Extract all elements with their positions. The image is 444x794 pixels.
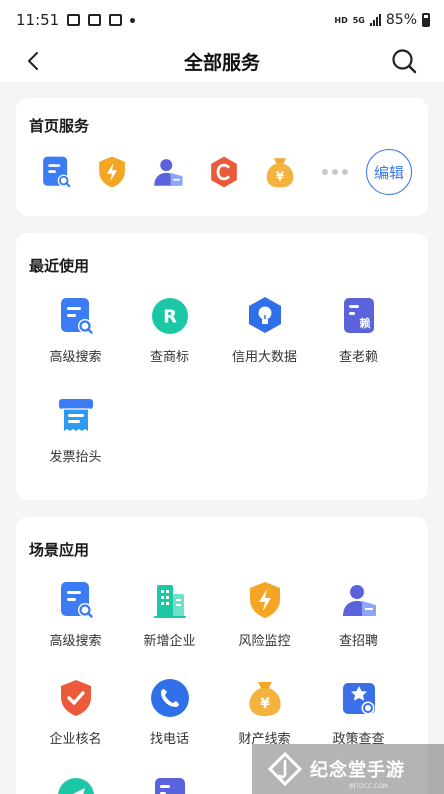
home-services-icons: 编辑 [38,149,412,195]
search-icon[interactable] [390,47,418,75]
person-icon [338,579,380,621]
page-title: 全部服务 [183,51,260,74]
scene-item-risk-monitor[interactable]: 风险监控 [213,579,316,649]
shield-bolt-icon[interactable] [94,154,130,190]
recent-item-credit-data[interactable]: 信用大数据 [213,295,316,365]
watermark-text: 纪念堂手游 [310,760,405,781]
scene-item-asset-clues[interactable]: 财产线索 [213,677,316,747]
scene-item-label: 风险监控 [238,634,291,649]
defaulter-doc-icon [338,295,380,337]
money-bag-icon [244,677,286,719]
recent-item-label: 信用大数据 [231,350,297,365]
home-services-title: 首页服务 [29,117,90,135]
scene-apps-title: 场景应用 [29,541,90,559]
watermark: 纪念堂手游 JNTDCC.COM [252,744,444,794]
money-bag-icon[interactable] [262,154,298,190]
send-icon [57,778,94,794]
scene-item-label: 新增企业 [143,634,196,649]
network-indicator: 5G [352,15,365,25]
chat-notification-icon [88,14,102,26]
recent-item-label: 查老赖 [338,350,378,365]
shield-check-icon [55,677,97,719]
scene-item-label: 企业核名 [49,732,102,747]
recent-item-invoice-title[interactable]: 发票抬头 [24,395,127,465]
home-services-card: 首页服务 编辑 [16,98,428,216]
doc-icon [149,775,191,794]
signal-icon [369,14,381,26]
hd-indicator: HD [334,15,348,25]
battery-icon [422,13,430,27]
logo-diamond-icon [268,752,302,786]
scene-item-partial-1[interactable] [24,775,127,794]
scene-item-label: 查招聘 [338,634,378,649]
battery-percent: 85% [385,12,417,28]
scene-item-find-phone[interactable]: 找电话 [118,677,221,747]
scene-item-label: 高级搜索 [49,634,102,649]
status-time: 11:51 [16,11,60,29]
scene-item-advanced-search[interactable]: 高级搜索 [24,579,127,649]
person-icon[interactable] [150,154,186,190]
trademark-r-icon [149,295,191,337]
recent-item-trademark[interactable]: 查商标 [118,295,221,365]
bulb-hexagon-icon [244,295,286,337]
building-icon [149,579,191,621]
back-arrow-icon[interactable] [22,49,46,73]
edit-button[interactable]: 编辑 [366,149,412,195]
search-doc-icon [55,579,97,621]
scene-item-partial-2[interactable] [118,775,221,794]
scene-item-recruitment[interactable]: 查招聘 [307,579,410,649]
scene-item-label: 找电话 [149,732,189,747]
c-hexagon-icon[interactable] [206,154,242,190]
recent-used-card: 最近使用 高级搜索 查商标 信用大数据 查老赖 发票抬头 [16,233,428,500]
status-bar-right: HD 5G 85% [334,12,430,28]
gallery-notification-icon [67,14,81,26]
recent-item-defaulter[interactable]: 查老赖 [307,295,410,365]
app-notification-icon [109,14,123,26]
invoice-icon [55,395,97,437]
search-doc-icon [55,295,97,337]
phone-icon [149,677,191,719]
watermark-sub: JNTDCC.COM [349,783,388,790]
search-doc-icon[interactable] [38,154,74,190]
recent-item-label: 查商标 [149,350,189,365]
scene-item-name-check[interactable]: 企业核名 [24,677,127,747]
navigation-bar: 全部服务 [0,40,444,82]
shield-bolt-icon [244,579,286,621]
recent-item-label: 发票抬头 [49,450,102,465]
recent-item-advanced-search[interactable]: 高级搜索 [24,295,127,365]
status-bar-left: 11:51 [16,11,136,29]
scene-item-policy-check[interactable]: 政策查查 [307,677,410,747]
more-notifications-icon [130,17,136,23]
more-dots-icon [322,169,348,175]
status-bar: 11:51 HD 5G 85% [0,0,444,40]
star-doc-icon [338,677,380,719]
recent-used-title: 最近使用 [29,257,90,275]
recent-item-label: 高级搜索 [49,350,102,365]
scene-item-new-company[interactable]: 新增企业 [118,579,221,649]
